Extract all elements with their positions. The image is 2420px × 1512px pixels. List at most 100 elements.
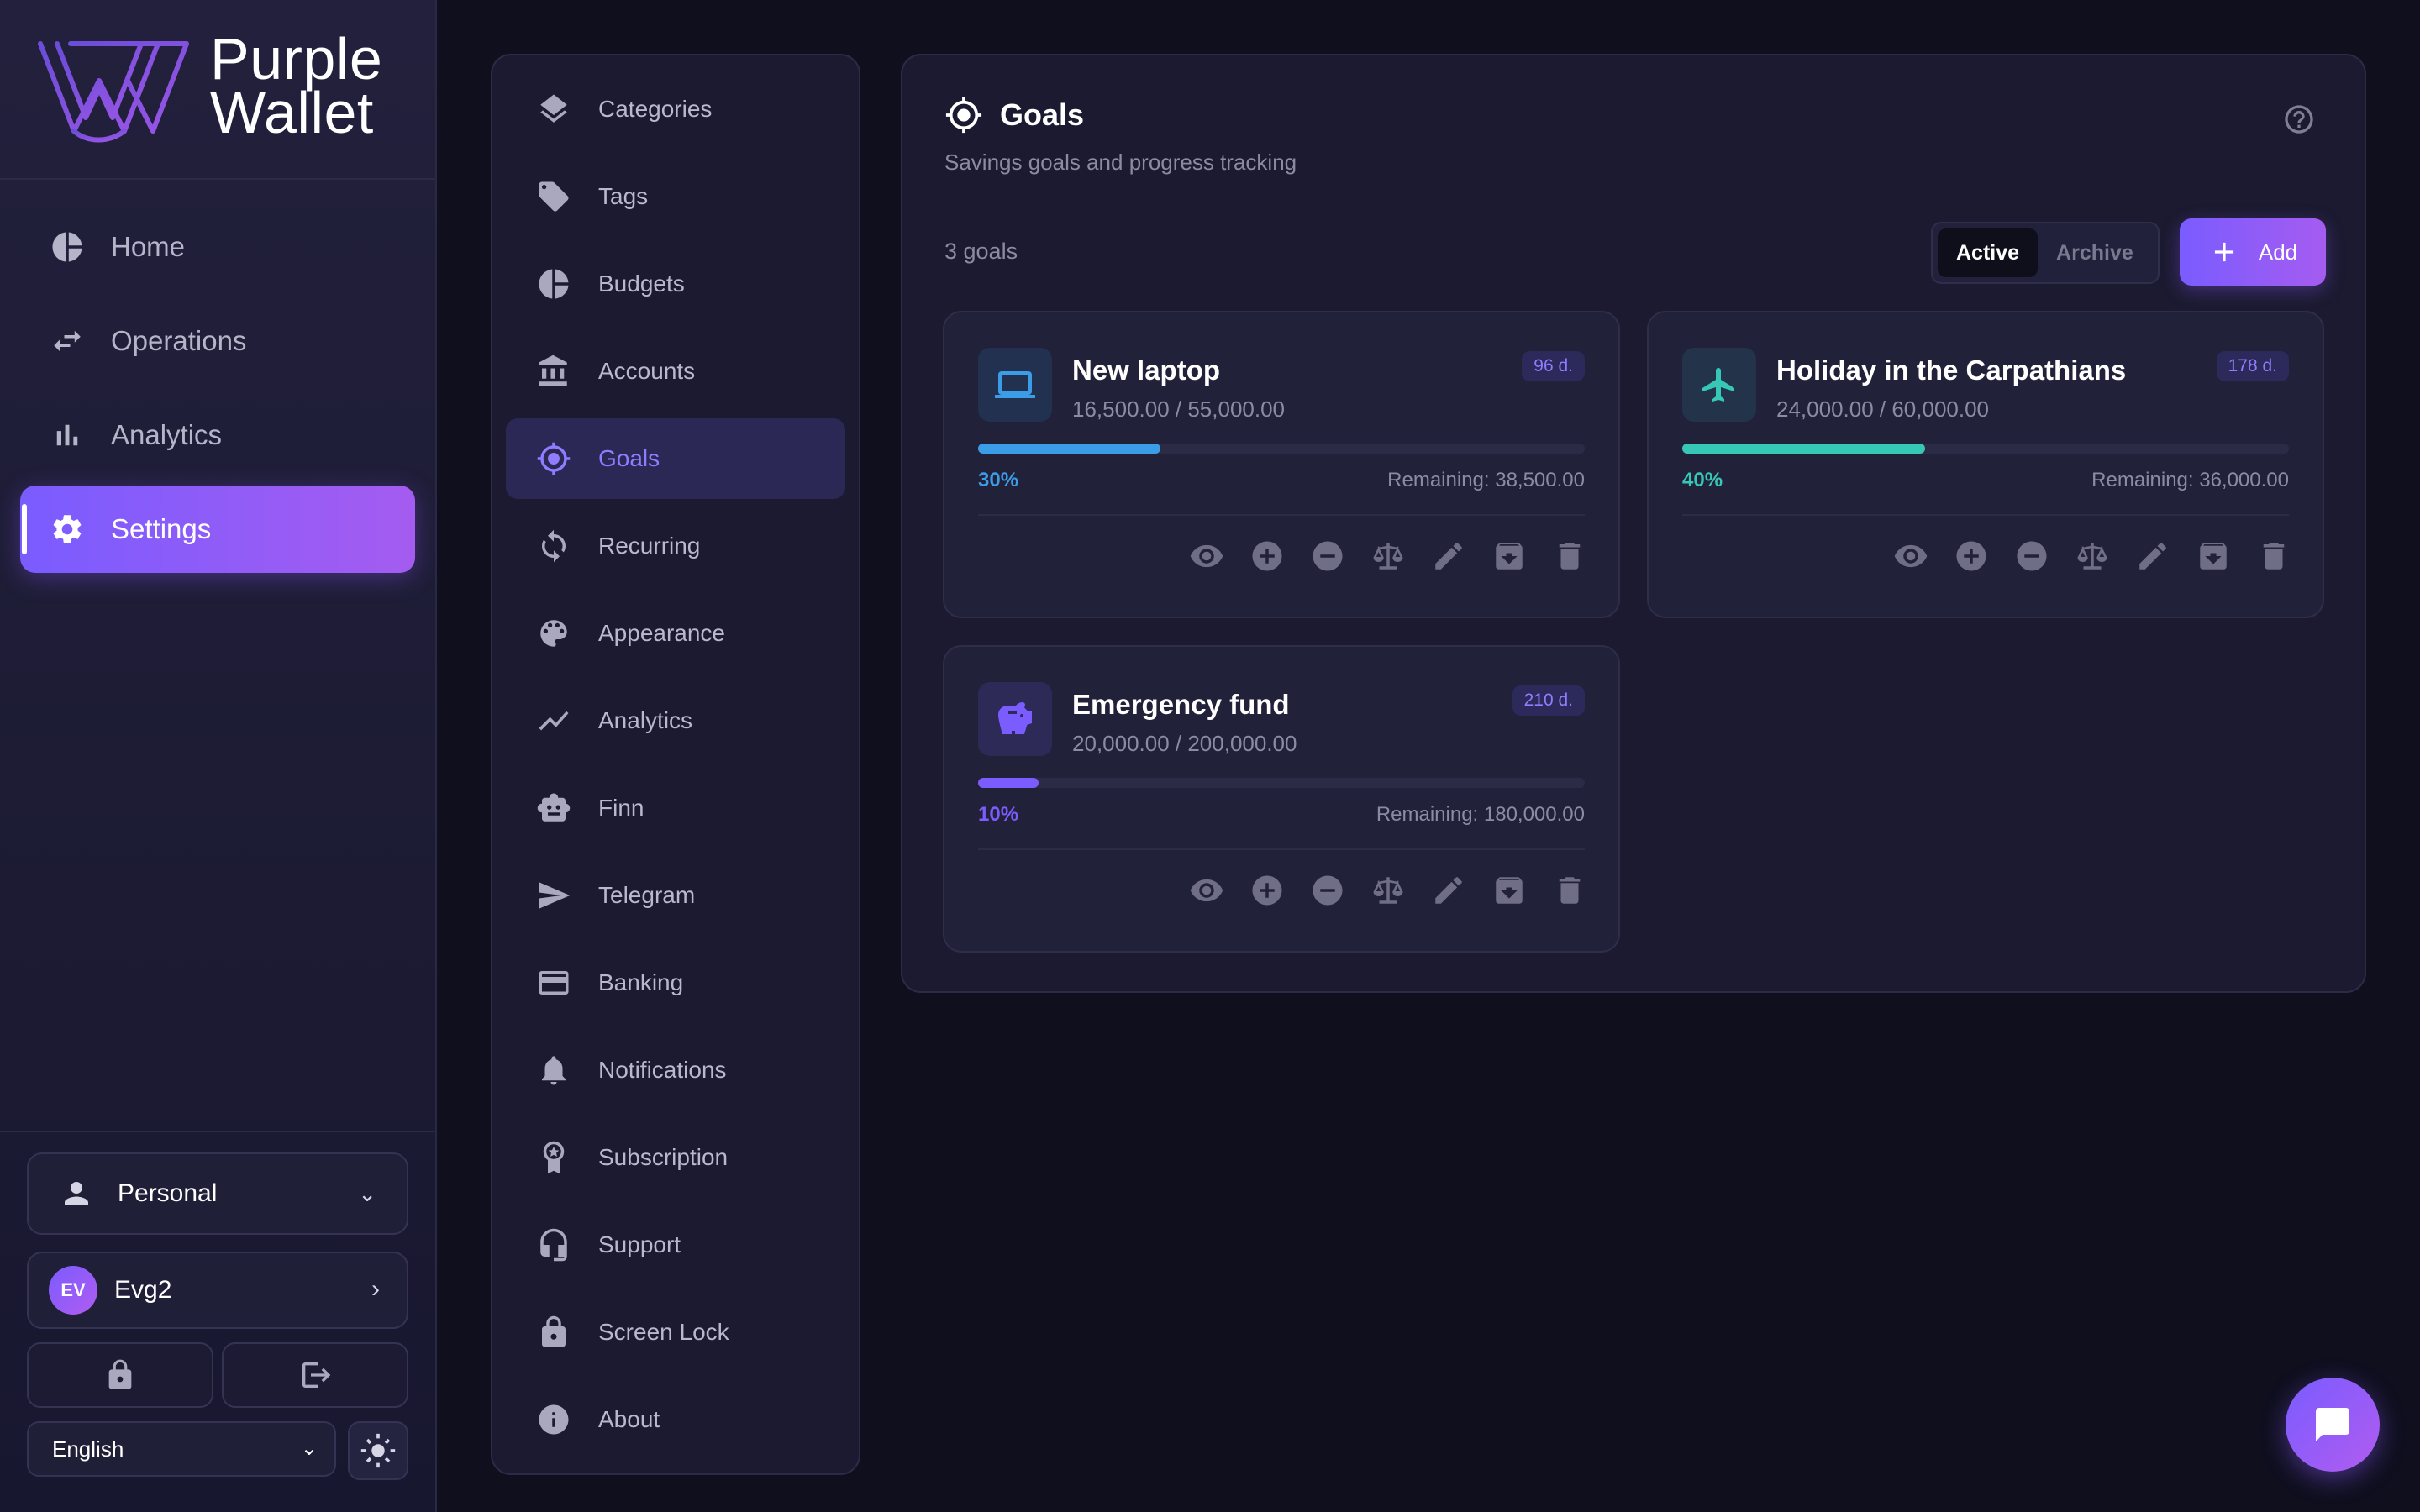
settings-item-accounts[interactable]: Accounts: [506, 331, 845, 412]
progress-percent: 40%: [1682, 469, 1723, 491]
page-title: Goals: [1000, 97, 1085, 132]
nav-item-settings[interactable]: Settings: [20, 486, 415, 573]
eye-icon: [1893, 538, 1928, 574]
settings-item-label: Analytics: [598, 707, 693, 733]
days-left-badge: 178 d.: [2216, 351, 2289, 381]
settings-item-analytics[interactable]: Analytics: [506, 680, 845, 761]
goal-name: New laptop: [1072, 354, 1221, 386]
withdraw-button[interactable]: [1309, 538, 1346, 575]
settings-item-label: Support: [598, 1231, 681, 1257]
view-button[interactable]: [1188, 872, 1225, 909]
settings-item-categories[interactable]: Categories: [506, 69, 845, 150]
settings-item-finn[interactable]: Finn: [506, 768, 845, 848]
main-sidebar: Purple Wallet Home Operations Analytics …: [0, 0, 437, 1512]
edit-button[interactable]: [2134, 538, 2171, 575]
nav-item-label: Operations: [111, 325, 247, 356]
archive-icon: [2196, 538, 2231, 574]
remaining-amount: Remaining: 38,500.00: [1387, 469, 1585, 491]
goal-card[interactable]: Holiday in the Carpathians 24,000.00 / 6…: [1647, 311, 2324, 618]
goals-panel: Goals Savings goals and progress trackin…: [901, 54, 2366, 993]
sun-icon: [360, 1432, 397, 1469]
withdraw-button[interactable]: [1309, 872, 1346, 909]
user-menu[interactable]: EV Evg2 ›: [27, 1252, 408, 1329]
settings-item-notifications[interactable]: Notifications: [506, 1030, 845, 1110]
palette-icon: [534, 614, 573, 653]
theme-toggle-button[interactable]: [348, 1421, 408, 1480]
nav-item-analytics[interactable]: Analytics: [20, 391, 415, 479]
chat-button[interactable]: [2286, 1378, 2380, 1472]
pencil-icon: [1431, 538, 1466, 574]
trash-icon: [1552, 538, 1587, 574]
archive-icon: [1491, 873, 1527, 908]
archive-button[interactable]: [2195, 538, 2232, 575]
tab-archive[interactable]: Archive: [2038, 228, 2152, 277]
deposit-button[interactable]: [1249, 872, 1286, 909]
settings-item-banking[interactable]: Banking: [506, 942, 845, 1023]
goal-filter-toggle: Active Archive: [1931, 222, 2160, 284]
progress-percent: 30%: [978, 469, 1019, 491]
goal-card[interactable]: Emergency fund 20,000.00 / 200,000.00 21…: [943, 645, 1620, 953]
delete-button[interactable]: [2255, 538, 2292, 575]
person-icon: [59, 1176, 94, 1211]
goal-card[interactable]: New laptop 16,500.00 / 55,000.00 96 d. 3…: [943, 311, 1620, 618]
lock-button[interactable]: [27, 1342, 213, 1408]
archive-button[interactable]: [1491, 872, 1528, 909]
award-icon: [534, 1138, 573, 1177]
add-goal-button[interactable]: Add: [2180, 218, 2326, 286]
send-icon: [534, 876, 573, 915]
plus-icon: [2208, 236, 2240, 268]
language-select[interactable]: English ⌄: [27, 1421, 336, 1477]
settings-item-budgets[interactable]: Budgets: [506, 244, 845, 324]
deposit-button[interactable]: [1249, 538, 1286, 575]
progress-bar: [978, 444, 1585, 454]
view-button[interactable]: [1892, 538, 1929, 575]
progress-percent: 10%: [978, 803, 1019, 826]
deposit-button[interactable]: [1953, 538, 1990, 575]
settings-item-subscription[interactable]: Subscription: [506, 1117, 845, 1198]
nav-item-home[interactable]: Home: [20, 203, 415, 291]
minus-circle-icon: [1310, 873, 1345, 908]
progress-bar: [1682, 444, 2289, 454]
brand-logo[interactable]: Purple Wallet: [37, 29, 390, 150]
settings-item-label: About: [598, 1406, 660, 1432]
tab-active[interactable]: Active: [1938, 228, 2039, 277]
settings-item-screen-lock[interactable]: Screen Lock: [506, 1292, 845, 1373]
pencil-icon: [1431, 873, 1466, 908]
archive-button[interactable]: [1491, 538, 1528, 575]
settings-item-appearance[interactable]: Appearance: [506, 593, 845, 674]
view-button[interactable]: [1188, 538, 1225, 575]
delete-button[interactable]: [1551, 872, 1588, 909]
logout-button[interactable]: [222, 1342, 408, 1408]
settings-item-recurring[interactable]: Recurring: [506, 506, 845, 586]
days-left-badge: 210 d.: [1512, 685, 1585, 716]
progress-fill: [1682, 444, 1925, 454]
laptop-icon: [995, 365, 1035, 405]
piggy-bank-icon: [995, 699, 1035, 739]
edit-button[interactable]: [1430, 538, 1467, 575]
nav-item-label: Home: [111, 231, 186, 262]
help-button[interactable]: [2282, 102, 2316, 136]
plus-circle-icon: [1249, 538, 1285, 574]
adjust-balance-button[interactable]: [1370, 538, 1407, 575]
adjust-balance-button[interactable]: [1370, 872, 1407, 909]
adjust-balance-button[interactable]: [2074, 538, 2111, 575]
delete-button[interactable]: [1551, 538, 1588, 575]
profile-select[interactable]: Personal ⌄: [27, 1152, 408, 1235]
withdraw-button[interactable]: [2013, 538, 2050, 575]
tag-icon: [534, 177, 573, 216]
settings-item-tags[interactable]: Tags: [506, 156, 845, 237]
edit-button[interactable]: [1430, 872, 1467, 909]
wallet-logo-icon: [38, 41, 189, 143]
settings-item-about[interactable]: About: [506, 1379, 845, 1460]
nav-item-operations[interactable]: Operations: [20, 297, 415, 385]
settings-item-label: Screen Lock: [598, 1319, 729, 1345]
info-icon: [534, 1400, 573, 1439]
settings-item-support[interactable]: Support: [506, 1205, 845, 1285]
nav-item-label: Settings: [111, 513, 212, 544]
pie-chart-icon: [534, 265, 573, 303]
avatar: EV: [49, 1266, 97, 1315]
pie-chart-icon: [49, 228, 86, 265]
scale-icon: [2075, 538, 2110, 574]
settings-item-telegram[interactable]: Telegram: [506, 855, 845, 936]
settings-item-goals[interactable]: Goals: [506, 418, 845, 499]
